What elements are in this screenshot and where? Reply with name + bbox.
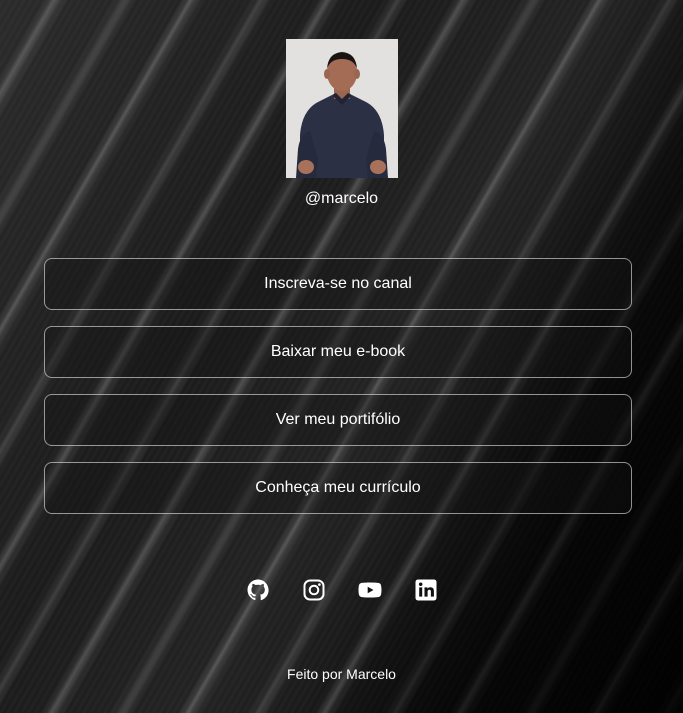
profile-handle: @marcelo <box>304 190 379 207</box>
resume-button[interactable]: Conheça meu currículo <box>44 462 632 514</box>
download-ebook-button[interactable]: Baixar meu e-book <box>44 326 632 378</box>
subscribe-channel-button[interactable]: Inscreva-se no canal <box>44 258 632 310</box>
instagram-icon[interactable] <box>302 578 326 602</box>
portfolio-button[interactable]: Ver meu portifólio <box>44 394 632 446</box>
youtube-icon[interactable] <box>358 578 382 602</box>
social-links <box>0 578 683 602</box>
github-icon[interactable] <box>246 578 270 602</box>
links-list: Inscreva-se no canal Baixar meu e-book V… <box>44 258 632 530</box>
avatar <box>285 39 398 178</box>
profile-section: @marcelo <box>0 39 683 209</box>
avatar-photo <box>285 39 398 178</box>
footer-text: Feito por Marcelo <box>287 666 396 682</box>
linkedin-icon[interactable] <box>414 578 438 602</box>
